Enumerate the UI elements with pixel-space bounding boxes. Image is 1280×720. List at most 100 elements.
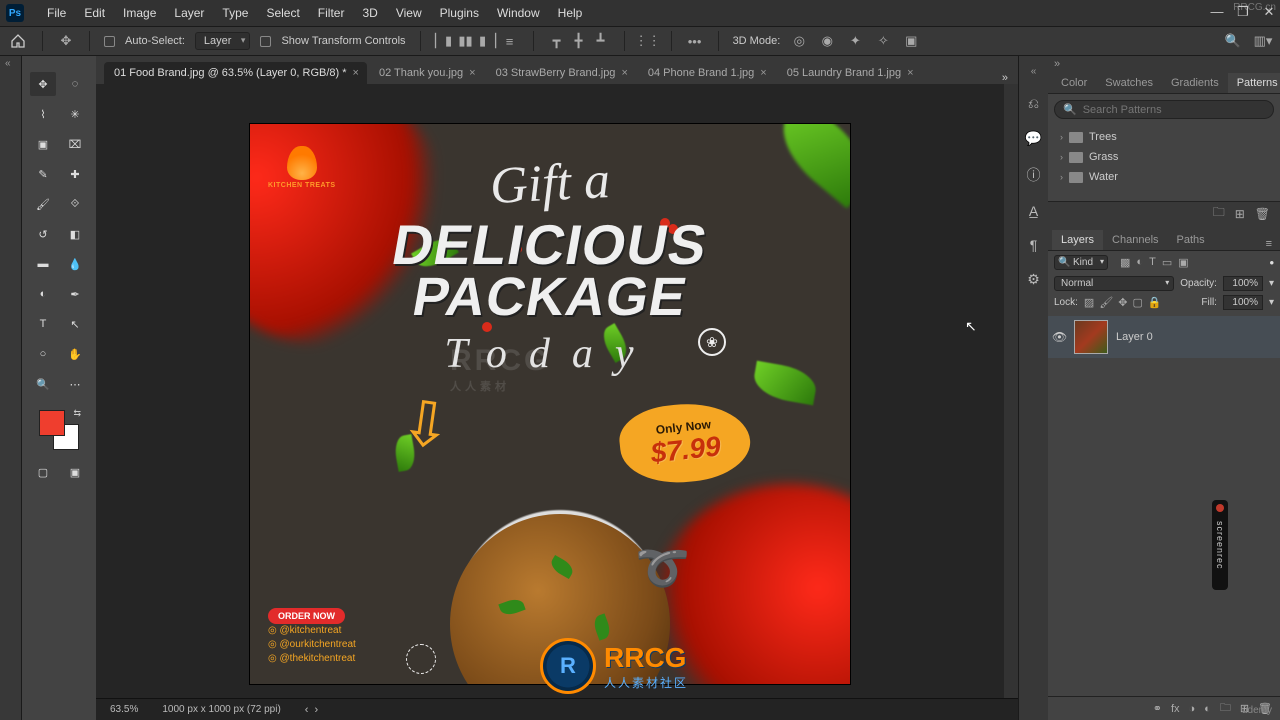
pen-tool[interactable]: ✒ (62, 282, 88, 306)
color-swatches[interactable]: ⇆ (39, 410, 79, 450)
close-tab-icon[interactable]: × (621, 67, 627, 79)
menu-3d[interactable]: 3D (353, 6, 386, 20)
align-hcenter-icon[interactable]: ▮▮ (457, 32, 475, 50)
collapse-panels-icon[interactable]: » (1048, 56, 1280, 70)
pan-3d-icon[interactable]: ✦ (846, 32, 864, 50)
move-tool[interactable]: ✥ (30, 72, 56, 96)
foreground-color[interactable] (39, 410, 65, 436)
lock-position-icon[interactable]: ✥ (1118, 296, 1127, 309)
slide-3d-icon[interactable]: ✧ (874, 32, 892, 50)
crop-tool[interactable]: ▣ (30, 132, 56, 156)
menu-filter[interactable]: Filter (309, 6, 354, 20)
filter-pixel-icon[interactable]: ▩ (1120, 256, 1130, 269)
layer-filter-kind[interactable]: 🔍Kind (1054, 255, 1108, 270)
close-tab-icon[interactable]: × (469, 67, 475, 79)
adjustments-panel-icon[interactable]: ⚙ (1027, 271, 1040, 288)
menu-image[interactable]: Image (114, 6, 165, 20)
path-select-tool[interactable]: ↖ (62, 312, 88, 336)
magic-wand-tool[interactable]: ✳ (62, 102, 88, 126)
show-transform-checkbox[interactable] (260, 36, 271, 47)
filter-toggle-icon[interactable]: • (1269, 255, 1274, 270)
type-tool[interactable]: T (30, 312, 56, 336)
lock-all-icon[interactable]: 🔒 (1148, 296, 1162, 309)
window-maximize[interactable]: ❐ (1236, 4, 1250, 18)
pattern-search[interactable]: 🔍 (1054, 100, 1274, 119)
link-layers-icon[interactable]: ⚭ (1153, 702, 1162, 715)
distribute-v-icon[interactable]: ⋮⋮ (639, 32, 657, 50)
pattern-search-input[interactable] (1083, 104, 1265, 116)
align-top-icon[interactable]: ┳ (548, 32, 566, 50)
menu-edit[interactable]: Edit (75, 6, 114, 20)
expand-dock-icon[interactable]: « (5, 58, 11, 69)
doc-tab-1[interactable]: 01 Food Brand.jpg @ 63.5% (Layer 0, RGB/… (104, 62, 367, 84)
hand-tool[interactable]: ✋ (62, 342, 88, 366)
zoom-value[interactable]: 63.5% (110, 704, 138, 715)
doc-tab-3[interactable]: 03 StrawBerry Brand.jpg× (486, 62, 636, 84)
screen-mode-tool[interactable]: ▣ (62, 460, 88, 484)
pattern-folder-trees[interactable]: ›Trees (1058, 127, 1270, 147)
auto-select-checkbox[interactable] (104, 36, 115, 47)
home-button[interactable] (8, 31, 28, 51)
canvas-area[interactable]: KITCHEN TREATS Gift a DELICIOUS PACKAGE … (96, 84, 1018, 698)
shape-tool[interactable]: ○ (30, 342, 56, 366)
opacity-field[interactable]: 100% (1223, 276, 1263, 291)
tab-color[interactable]: Color (1052, 73, 1096, 93)
swap-colors-icon[interactable]: ⇆ (73, 408, 81, 419)
orbit-3d-icon[interactable]: ◎ (790, 32, 808, 50)
layer-mask-icon[interactable]: ◑ (1189, 703, 1196, 715)
tab-paths[interactable]: Paths (1168, 230, 1214, 250)
new-group-icon[interactable]: 🗀 (1220, 699, 1231, 718)
window-close[interactable]: ✕ (1262, 4, 1276, 18)
search-icon[interactable]: 🔍 (1224, 32, 1242, 50)
tab-layers[interactable]: Layers (1052, 230, 1103, 250)
window-minimize[interactable]: — (1210, 4, 1224, 18)
menu-plugins[interactable]: Plugins (431, 6, 488, 20)
fill-stepper-icon[interactable]: ▾ (1269, 297, 1274, 308)
comments-panel-icon[interactable]: 💬 (1025, 130, 1042, 147)
new-pattern-icon[interactable]: ⊞ (1235, 207, 1245, 221)
gradient-tool[interactable]: ▬ (30, 252, 56, 276)
tab-channels[interactable]: Channels (1103, 230, 1167, 250)
brush-tool[interactable]: 🖌 (30, 192, 56, 216)
document-canvas[interactable]: KITCHEN TREATS Gift a DELICIOUS PACKAGE … (250, 124, 850, 684)
blur-tool[interactable]: 💧 (62, 252, 88, 276)
layer-visibility-icon[interactable]: 👁 (1052, 330, 1066, 344)
vertical-scrollbar[interactable] (1004, 84, 1018, 698)
camera-3d-icon[interactable]: ▣ (902, 32, 920, 50)
align-vcenter-icon[interactable]: ╋ (570, 32, 588, 50)
align-left-icon[interactable]: ▏▮ (435, 32, 453, 50)
menu-help[interactable]: Help (549, 6, 592, 20)
history-panel-icon[interactable]: ⎌ (1028, 95, 1039, 112)
clone-stamp-tool[interactable]: ⟐ (62, 192, 88, 216)
auto-select-target-dropdown[interactable]: Layer (195, 32, 251, 50)
tab-gradients[interactable]: Gradients (1162, 73, 1228, 93)
quick-mask-tool[interactable]: ▢ (30, 460, 56, 484)
close-tab-icon[interactable]: × (353, 67, 359, 79)
edit-toolbar[interactable]: ⋯ (62, 372, 88, 396)
status-next-icon[interactable]: › (314, 704, 318, 716)
tabs-overflow-icon[interactable]: » (992, 72, 1018, 84)
opacity-stepper-icon[interactable]: ▾ (1269, 278, 1274, 289)
layer-row-0[interactable]: 👁 Layer 0 (1048, 316, 1280, 358)
filter-shape-icon[interactable]: ▭ (1162, 256, 1172, 269)
new-group-icon[interactable]: 🗀 (1213, 203, 1225, 224)
eraser-tool[interactable]: ◧ (62, 222, 88, 246)
blend-mode-dropdown[interactable]: Normal (1054, 276, 1174, 291)
zoom-tool[interactable]: 🔍 (30, 372, 56, 396)
menu-layer[interactable]: Layer (165, 6, 213, 20)
healing-brush-tool[interactable]: ✚ (62, 162, 88, 186)
distribute-h-icon[interactable]: ≡ (501, 32, 519, 50)
pattern-folder-water[interactable]: ›Water (1058, 167, 1270, 187)
frame-tool[interactable]: ⌧ (62, 132, 88, 156)
filter-smart-icon[interactable]: ▣ (1178, 256, 1188, 269)
lock-pixels-icon[interactable]: 🖌 (1099, 296, 1113, 309)
menu-view[interactable]: View (387, 6, 431, 20)
doc-tab-2[interactable]: 02 Thank you.jpg× (369, 62, 484, 84)
doc-tab-4[interactable]: 04 Phone Brand 1.jpg× (638, 62, 775, 84)
lock-artboard-icon[interactable]: ▢ (1133, 296, 1143, 309)
history-brush-tool[interactable]: ↺ (30, 222, 56, 246)
menu-type[interactable]: Type (213, 6, 257, 20)
filter-adjust-icon[interactable]: ◐ (1136, 256, 1143, 269)
more-align-icon[interactable]: ••• (686, 32, 704, 50)
lasso-tool[interactable]: ⌇ (30, 102, 56, 126)
